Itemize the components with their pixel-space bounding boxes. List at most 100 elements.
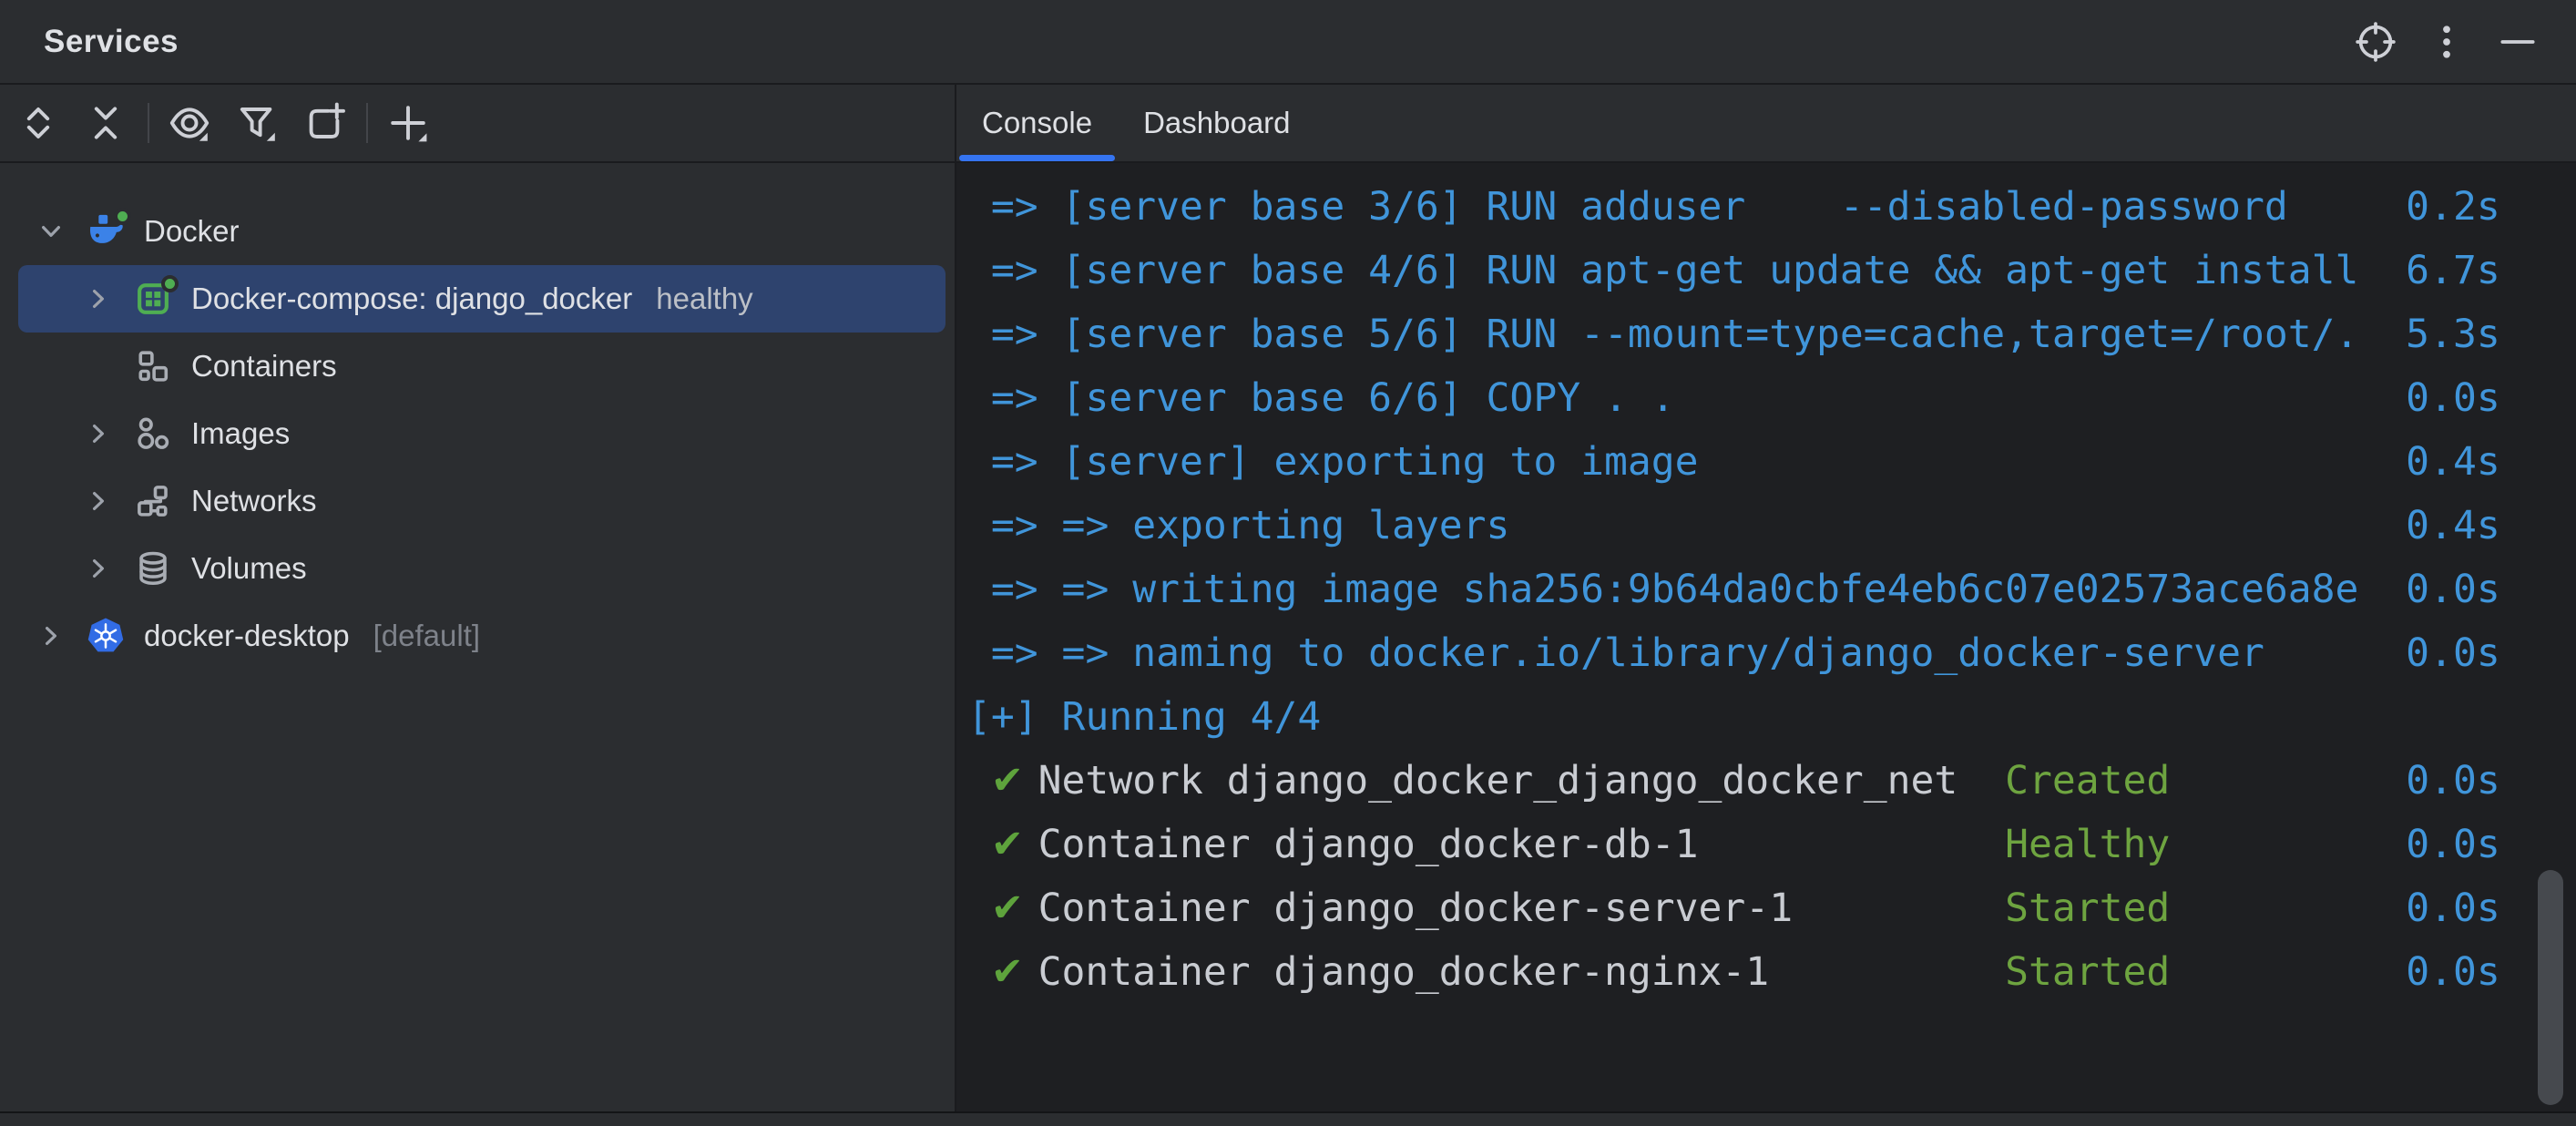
services-tool-window: Services Docker Docker-compose: django_d… [0, 0, 2576, 1126]
filter-button[interactable] [231, 97, 282, 148]
tab-label: Console [982, 106, 1093, 139]
console-line: => [server base 3/6] RUN adduser --disab… [967, 175, 2576, 239]
console-text: => => naming to docker.io/library/django… [967, 630, 2500, 676]
tree-item-docker-desktop[interactable]: docker-desktop [default] [18, 602, 946, 670]
console-text: Container django_docker-db-1 [1014, 822, 2006, 867]
page-title: Services [44, 23, 179, 59]
tree-item-images[interactable]: Images [18, 400, 946, 467]
containers-icon [133, 346, 173, 386]
console-text: Network django_docker_django_docker_net [1014, 758, 2006, 804]
console-text: [+] Running 4/4 [967, 694, 1322, 740]
docker-icon [86, 208, 131, 251]
tree-item-volumes[interactable]: Volumes [18, 535, 946, 602]
console-line: => [server base 5/6] RUN --mount=type=ca… [967, 302, 2576, 366]
active-tab-indicator [959, 155, 1116, 161]
filter-icon [235, 101, 279, 145]
header-actions [2354, 0, 2540, 83]
check-icon: ✔ [990, 885, 1024, 931]
console-text: Created [2005, 758, 2171, 804]
console-text: => [server base 5/6] RUN --mount=type=ca… [967, 312, 2500, 357]
console-text: Container django_docker-server-1 [1014, 885, 2006, 931]
chevron-right-icon[interactable] [78, 548, 118, 589]
console-line: => => writing image sha256:9b64da0cbfe4e… [967, 558, 2576, 621]
more-options-button[interactable] [2425, 20, 2469, 64]
expand-all-button[interactable] [13, 97, 64, 148]
console-text: => [server base 4/6] RUN apt-get update … [967, 248, 2500, 293]
volumes-icon [133, 548, 173, 589]
collapse-all-icon [84, 101, 128, 145]
open-in-new-tab-button[interactable] [299, 97, 350, 148]
open-in-new-tab-icon [302, 101, 346, 145]
tree-item-status-text: [default] [373, 619, 481, 652]
view-options-icon [168, 101, 211, 145]
console-text: 0.0s [2406, 758, 2500, 804]
console-tabstrip: Console Dashboard [956, 85, 2576, 163]
running-status-dot [161, 275, 179, 292]
console-line: => => naming to docker.io/library/django… [967, 621, 2576, 685]
console-line: => [server base 6/6] COPY . . 0.0s [967, 366, 2576, 430]
kubernetes-icon [86, 616, 126, 656]
tab-label: Dashboard [1143, 106, 1291, 139]
check-icon: ✔ [990, 822, 1024, 867]
console-line: [+] Running 4/4 [967, 685, 2576, 749]
tree-item-label: Docker [144, 214, 240, 248]
tree-item-containers[interactable]: Containers [18, 333, 946, 400]
collapse-all-button[interactable] [80, 97, 131, 148]
tree-item-label: Images [191, 416, 291, 450]
tree-item-label: Containers [191, 349, 337, 383]
docker-compose-icon [133, 275, 179, 319]
toolbar-separator [366, 103, 368, 143]
add-service-button[interactable] [383, 97, 434, 148]
console-text: => [server base 6/6] COPY . . 0.0s [967, 375, 2500, 421]
target-button[interactable] [2354, 20, 2397, 64]
console-output: => [server base 3/6] RUN adduser --disab… [967, 175, 2576, 1004]
view-options-button[interactable] [164, 97, 215, 148]
expand-all-icon [16, 101, 60, 145]
console-text: => [server] exporting to image 0.4s [967, 439, 2500, 485]
tree-item-status-text: healthy [656, 282, 753, 315]
chevron-right-icon[interactable] [31, 616, 71, 656]
tab-console[interactable]: Console [956, 85, 1118, 161]
check-icon: ✔ [990, 758, 1024, 804]
console-line: ✔ Container django_docker-nginx-1 Starte… [967, 940, 2576, 1004]
services-sidebar: Docker Docker-compose: django_docker healt… [0, 85, 955, 1111]
services-tree: Docker Docker-compose: django_docker healt… [0, 163, 955, 670]
tree-item-docker[interactable]: Docker [18, 198, 946, 265]
window-bottom-edge [0, 1111, 2576, 1126]
chevron-right-icon[interactable] [78, 279, 118, 319]
console-text: 0.0s [2406, 885, 2500, 931]
networks-icon [133, 481, 173, 521]
tree-item-docker-compose[interactable]: Docker-compose: django_docker healthy [18, 265, 946, 333]
console-line: => [server] exporting to image 0.4s [967, 430, 2576, 494]
images-icon [133, 414, 173, 454]
check-icon: ✔ [990, 949, 1024, 995]
tree-item-label: Docker-compose: django_docker [191, 282, 633, 315]
console-text: 0.0s [2406, 822, 2500, 867]
console-text: Started [2005, 949, 2171, 995]
tab-dashboard[interactable]: Dashboard [1118, 85, 1315, 161]
console-text: 0.0s [2406, 949, 2500, 995]
target-icon [2355, 21, 2397, 63]
console-scrollbar-thumb[interactable] [2538, 870, 2563, 1105]
toolbar-separator [148, 103, 149, 143]
minimize-button[interactable] [2496, 20, 2540, 64]
tool-window-header: Services [0, 0, 2576, 85]
chevron-right-icon[interactable] [78, 414, 118, 454]
tree-item-networks[interactable]: Networks [18, 467, 946, 535]
chevron-right-icon[interactable] [78, 481, 118, 521]
console-text: => => writing image sha256:9b64da0cbfe4e… [967, 567, 2500, 612]
add-service-icon [386, 101, 430, 145]
console-line: ✔ Container django_docker-server-1 Start… [967, 876, 2576, 940]
console-line: ✔ Network django_docker_django_docker_ne… [967, 749, 2576, 813]
chevron-down-icon[interactable] [31, 211, 71, 251]
console-panel[interactable]: => [server base 3/6] RUN adduser --disab… [956, 163, 2576, 1111]
